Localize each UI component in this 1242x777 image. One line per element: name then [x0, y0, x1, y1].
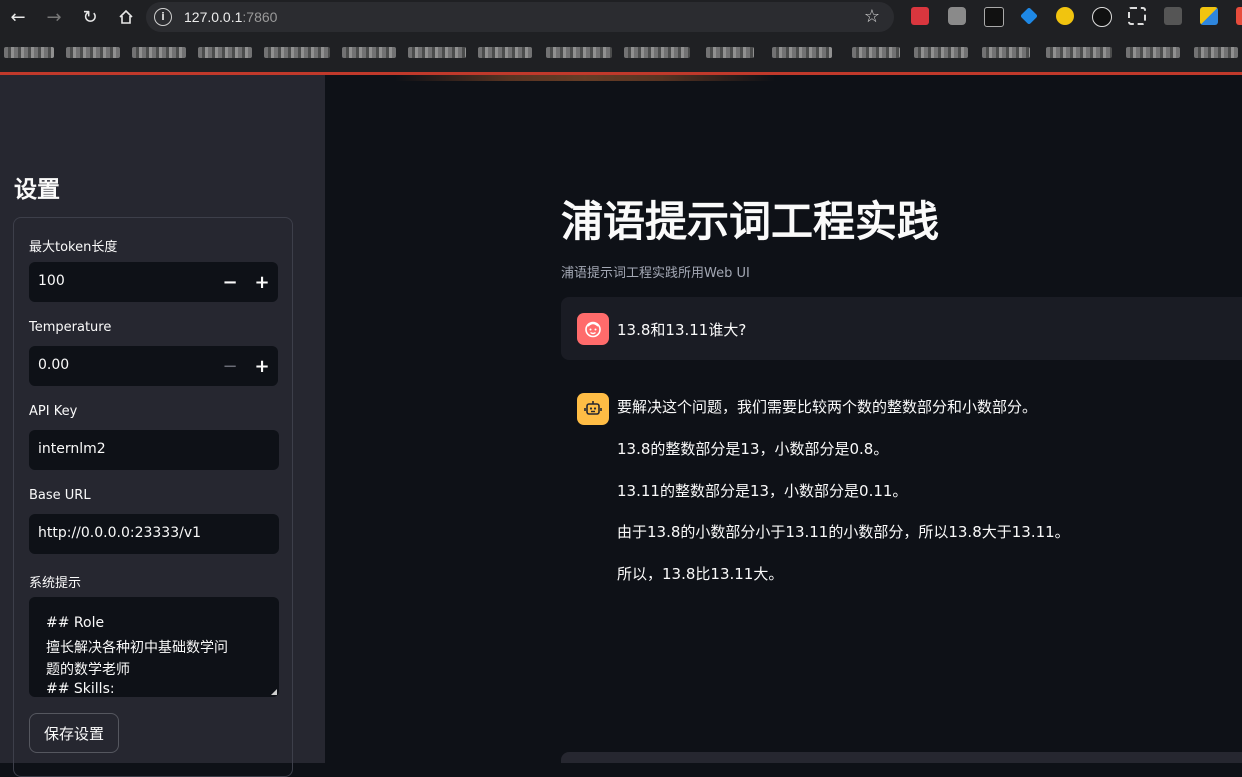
assistant-line: 所以，13.8比13.11大。	[617, 565, 784, 583]
temperature-input[interactable]: 0.00 − +	[29, 346, 278, 386]
temperature-value[interactable]: 0.00	[38, 357, 69, 373]
assistant-line: 13.11的整数部分是13，小数部分是0.11。	[617, 482, 908, 500]
url-text: 127.0.0.1:7860	[184, 9, 278, 25]
bookmark-item[interactable]	[982, 47, 1030, 58]
bookmark-item[interactable]	[264, 47, 330, 58]
bookmark-star-icon[interactable]: ☆	[864, 6, 880, 27]
robot-icon	[577, 393, 609, 425]
extension-icon[interactable]	[911, 7, 929, 25]
site-info-icon[interactable]: i	[154, 8, 172, 26]
bookmark-item[interactable]	[852, 47, 900, 58]
system-prompt-line: ## Skills:	[46, 681, 115, 697]
api-key-input[interactable]: internlm2	[29, 430, 279, 470]
base-url-input[interactable]: http://0.0.0.0:23333/v1	[29, 514, 279, 554]
base-url-label: Base URL	[29, 488, 91, 503]
resize-handle-icon[interactable]	[271, 689, 277, 695]
address-bar[interactable]: i 127.0.0.1:7860 ☆	[146, 2, 894, 32]
system-prompt-line: 题的数学老师	[46, 662, 130, 678]
api-key-label: API Key	[29, 404, 78, 419]
screenshot-icon[interactable]	[1128, 7, 1146, 25]
bookmark-item[interactable]	[342, 47, 396, 58]
bookmark-item[interactable]	[1046, 47, 1112, 58]
bookmarks-bar	[0, 34, 1242, 72]
settings-form: 最大token长度 100 − + Temperature 0.00 − + A…	[13, 217, 293, 777]
user-message: 13.8和13.11谁大?	[561, 297, 1242, 360]
back-arrow-icon[interactable]: ←	[0, 0, 36, 34]
extension-icon[interactable]	[1056, 7, 1074, 25]
camera-icon[interactable]	[948, 7, 966, 25]
temperature-label: Temperature	[29, 320, 112, 335]
bookmark-item[interactable]	[706, 47, 754, 58]
bookmark-item[interactable]	[914, 47, 968, 58]
face-icon	[577, 313, 609, 345]
home-icon[interactable]	[108, 0, 144, 34]
sidebar-title: 设置	[14, 177, 60, 203]
bookmark-item[interactable]	[624, 47, 690, 58]
chat-input-container[interactable]	[561, 752, 1242, 763]
base-url-value: http://0.0.0.0:23333/v1	[38, 525, 202, 541]
system-prompt-line: 擅长解决各种初中基础数学问	[46, 640, 228, 656]
bookmark-item[interactable]	[4, 47, 54, 58]
max-tokens-value[interactable]: 100	[38, 273, 65, 289]
forward-arrow-icon[interactable]: →	[36, 0, 72, 34]
bookmark-item[interactable]	[1126, 47, 1180, 58]
assistant-line: 要解决这个问题，我们需要比较两个数的整数部分和小数部分。	[617, 398, 1038, 416]
extension-icon[interactable]	[1236, 7, 1242, 25]
page-title: 浦语提示词工程实践	[561, 197, 940, 246]
page-subtitle: 浦语提示词工程实践所用Web UI	[561, 266, 750, 281]
bookmark-item[interactable]	[66, 47, 120, 58]
temperature-decrement-button[interactable]: −	[214, 346, 246, 386]
temperature-increment-button[interactable]: +	[246, 346, 278, 386]
extension-icon[interactable]	[984, 7, 1004, 27]
bookmark-item[interactable]	[132, 47, 186, 58]
bookmark-item[interactable]	[478, 47, 532, 58]
save-settings-button[interactable]: 保存设置	[29, 713, 119, 753]
main-area	[325, 75, 1242, 763]
max-tokens-decrement-button[interactable]: −	[214, 262, 246, 302]
max-tokens-increment-button[interactable]: +	[246, 262, 278, 302]
extension-icon[interactable]	[1092, 7, 1112, 27]
api-key-value: internlm2	[38, 441, 106, 457]
system-prompt-label: 系统提示	[29, 576, 82, 591]
system-prompt-textarea[interactable]: ## Role 擅长解决各种初中基础数学问 题的数学老师 ## Skills:	[29, 597, 279, 697]
assistant-line: 由于13.8的小数部分小于13.11的小数部分，所以13.8大于13.11。	[617, 523, 1070, 541]
bookmark-item[interactable]	[1194, 47, 1238, 58]
max-tokens-label: 最大token长度	[29, 240, 118, 255]
bookmark-item[interactable]	[408, 47, 466, 58]
user-message-text: 13.8和13.11谁大?	[617, 321, 747, 339]
header-decoration	[395, 75, 775, 81]
extension-icon[interactable]	[1164, 7, 1182, 25]
assistant-line: 13.8的整数部分是13，小数部分是0.8。	[617, 440, 889, 458]
reload-icon[interactable]: ↻	[72, 0, 108, 34]
bookmark-item[interactable]	[546, 47, 612, 58]
system-prompt-line: ## Role	[46, 615, 105, 631]
download-icon[interactable]	[1200, 7, 1218, 25]
bookmark-item[interactable]	[198, 47, 252, 58]
max-tokens-input[interactable]: 100 − +	[29, 262, 278, 302]
bookmark-item[interactable]	[772, 47, 832, 58]
